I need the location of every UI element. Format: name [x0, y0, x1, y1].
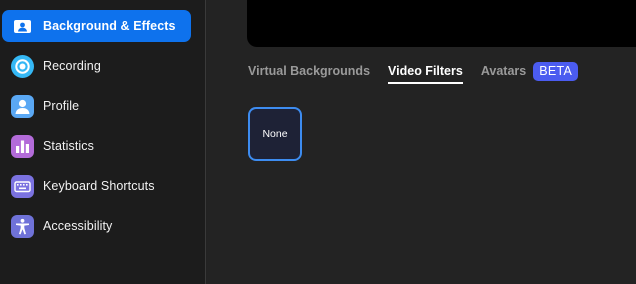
- sidebar-item-label: Accessibility: [43, 219, 113, 233]
- beta-badge: BETA: [533, 62, 579, 81]
- effects-tabs: Virtual Backgrounds Video Filters Avatar…: [248, 62, 596, 86]
- keyboard-icon: [11, 174, 34, 198]
- settings-sidebar: Background & Effects Recording Profile S…: [0, 0, 206, 284]
- sidebar-item-accessibility[interactable]: Accessibility: [2, 210, 191, 242]
- sidebar-item-keyboard-shortcuts[interactable]: Keyboard Shortcuts: [2, 170, 191, 202]
- tab-video-filters[interactable]: Video Filters: [388, 62, 463, 84]
- settings-window: Background & Effects Recording Profile S…: [0, 0, 636, 284]
- video-preview: [247, 0, 636, 47]
- sidebar-list: Background & Effects Recording Profile S…: [0, 10, 206, 250]
- statistics-icon: [11, 134, 34, 158]
- sidebar-item-label: Keyboard Shortcuts: [43, 179, 155, 193]
- tab-avatars-label: Avatars: [480, 64, 527, 78]
- tab-virtual-backgrounds[interactable]: Virtual Backgrounds: [248, 62, 370, 84]
- background-effects-icon: [11, 15, 34, 38]
- tab-avatars[interactable]: Avatars BETA: [480, 62, 579, 84]
- filter-tile-label: None: [262, 128, 288, 140]
- sidebar-item-label: Background & Effects: [43, 19, 176, 33]
- sidebar-item-label: Statistics: [43, 139, 95, 153]
- profile-icon: [11, 94, 34, 118]
- sidebar-item-background-effects[interactable]: Background & Effects: [2, 10, 191, 42]
- filter-grid: None: [248, 107, 302, 161]
- filter-tile-none[interactable]: None: [248, 107, 302, 161]
- sidebar-item-label: Profile: [43, 99, 80, 113]
- sidebar-item-recording[interactable]: Recording: [2, 50, 191, 82]
- background-effects-panel: Virtual Backgrounds Video Filters Avatar…: [207, 0, 636, 284]
- recording-icon: [11, 54, 34, 78]
- sidebar-item-profile[interactable]: Profile: [2, 90, 191, 122]
- sidebar-item-label: Recording: [43, 59, 101, 73]
- sidebar-item-statistics[interactable]: Statistics: [2, 130, 191, 162]
- accessibility-icon: [11, 214, 34, 238]
